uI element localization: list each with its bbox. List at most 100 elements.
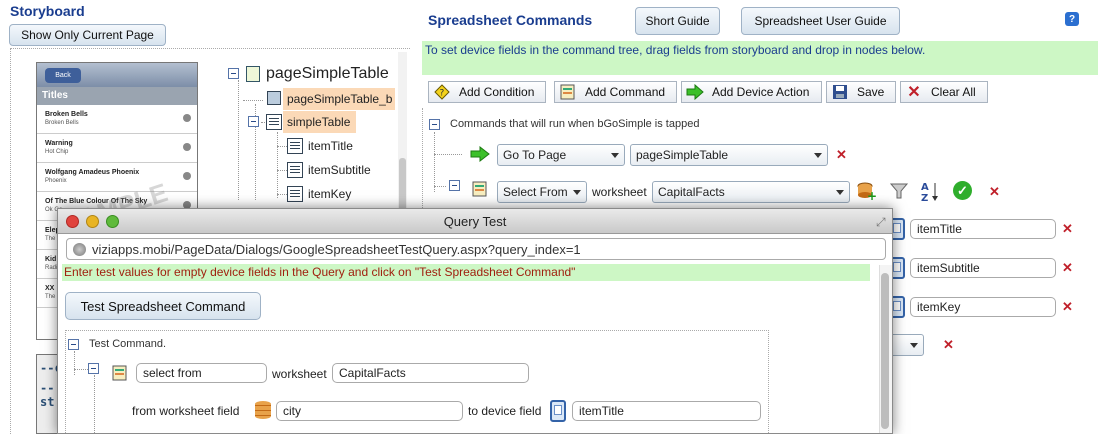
device-field-3[interactable]: itemKey (910, 297, 1056, 317)
svg-text:Z: Z (921, 193, 928, 202)
phone-list-item: Broken Bells Broken Bells (37, 105, 197, 134)
tree-table[interactable]: simpleTable (283, 111, 356, 133)
clear-all-label: Clear All (931, 85, 976, 99)
field-icon (287, 138, 303, 154)
goto-action-select[interactable]: Go To Page (497, 144, 625, 166)
add-condition-button[interactable]: ? Add Condition (428, 81, 546, 103)
field-icon (287, 186, 303, 202)
arrow-right-icon (686, 84, 704, 100)
select-from-value: Select From (503, 185, 568, 199)
clear-all-button[interactable]: ✕ Clear All (900, 81, 988, 103)
check-icon[interactable]: ✓ (953, 181, 972, 200)
svg-text:+: + (867, 189, 876, 201)
condition-icon: ? (433, 84, 451, 100)
test-select-collapse[interactable] (88, 363, 99, 374)
device-field-1[interactable]: itemTitle (910, 219, 1056, 239)
worksheet-value: CapitalFacts (658, 185, 725, 199)
delete-field-2-icon[interactable]: ✕ (1062, 260, 1073, 276)
command-icon (472, 181, 488, 200)
add-command-label: Add Command (585, 85, 666, 99)
device-icon (550, 400, 566, 422)
add-field-icon[interactable]: + (856, 181, 877, 204)
tree-field-subtitle[interactable]: itemSubtitle (308, 163, 371, 177)
instructions-banner: Enter test values for empty device field… (62, 264, 870, 281)
goto-action-value: Go To Page (503, 148, 567, 162)
goto-target-select[interactable]: pageSimpleTable (630, 144, 828, 166)
to-field-input[interactable]: itemTitle (572, 401, 761, 421)
phone-item-subtitle: Broken Bells (45, 120, 79, 126)
test-spreadsheet-command-button[interactable]: Test Spreadsheet Command (65, 292, 261, 320)
sort-icon[interactable]: AZ (920, 180, 940, 205)
phone-list-item: Warning Hot Chip (37, 134, 197, 163)
to-field-label: to device field (468, 404, 542, 418)
chevron-right-icon (183, 114, 191, 122)
dialog-scroll-thumb[interactable] (881, 273, 889, 429)
globe-icon (73, 243, 86, 256)
tree-field-title[interactable]: itemTitle (308, 139, 353, 153)
phone-list-header: Titles (37, 87, 197, 105)
save-icon (831, 84, 849, 100)
filter-icon[interactable] (889, 181, 909, 204)
goto-target-value: pageSimpleTable (636, 148, 729, 162)
add-device-action-button[interactable]: Add Device Action (681, 81, 822, 103)
test-tree-header: Test Command. (89, 338, 167, 350)
tree-root-label[interactable]: pageSimpleTable (266, 65, 389, 83)
phone-list-item: Wolfgang Amadeus Phoenix Phoenix (37, 163, 197, 192)
phone-item-title: Broken Bells (45, 111, 88, 118)
tree-field-key[interactable]: itemKey (308, 187, 351, 201)
phone-back-button[interactable]: Back (45, 68, 81, 83)
phone-item-title: Warning (45, 140, 73, 147)
delete-goto-icon[interactable]: ✕ (836, 147, 847, 163)
commands-title: Spreadsheet Commands (428, 12, 593, 28)
page-icon (246, 66, 260, 82)
url-text[interactable]: viziapps.mobi/PageData/Dialogs/GoogleSpr… (92, 242, 581, 257)
select-from-select[interactable]: Select From (497, 181, 587, 203)
delete-select-icon[interactable]: ✕ (989, 184, 1000, 200)
dialog-title: Query Test (443, 214, 507, 229)
tree-collapse-table[interactable] (248, 116, 259, 127)
svg-text:?: ? (440, 89, 445, 99)
chevron-right-icon (183, 143, 191, 151)
command-icon (112, 365, 128, 384)
worksheet-label: worksheet (592, 185, 647, 199)
save-button[interactable]: Save (826, 81, 896, 103)
svg-text:A: A (921, 182, 929, 193)
worksheet-select[interactable]: CapitalFacts (652, 181, 850, 203)
query-test-dialog[interactable]: Query Test ⤢ viziapps.mobi/PageData/Dial… (57, 208, 893, 434)
test-tree-collapse[interactable] (68, 339, 79, 350)
save-label: Save (857, 85, 885, 99)
command-icon (559, 84, 577, 100)
show-current-page-button[interactable]: Show Only Current Page (9, 24, 166, 46)
from-field-label: from worksheet field (132, 404, 240, 418)
add-device-action-label: Add Device Action (712, 85, 810, 99)
storyboard-title: Storyboard (10, 3, 85, 19)
device-field-2[interactable]: itemSubtitle (910, 258, 1056, 278)
help-icon[interactable]: ? (1065, 12, 1079, 26)
delete-field-1-icon[interactable]: ✕ (1062, 221, 1073, 237)
add-command-button[interactable]: Add Command (554, 81, 677, 103)
test-select-from[interactable]: select from (136, 363, 267, 383)
clear-icon: ✕ (907, 84, 921, 101)
resize-icon[interactable]: ⤢ (876, 215, 886, 230)
commands-tree-header: Commands that will run when bGoSimple is… (450, 118, 700, 130)
select-collapse[interactable] (449, 180, 460, 191)
phone-item-subtitle: Hot Chip (45, 149, 69, 155)
goto-arrow-icon (470, 145, 490, 165)
phone-item-subtitle: Phoenix (45, 178, 67, 184)
tree-collapse-root[interactable] (228, 68, 239, 79)
test-worksheet-input[interactable]: CapitalFacts (332, 363, 529, 383)
delete-field-3-icon[interactable]: ✕ (1062, 299, 1073, 315)
info-banner: To set device fields in the command tree… (422, 41, 1098, 75)
short-guide-button[interactable]: Short Guide (635, 7, 720, 35)
test-worksheet-label: worksheet (272, 367, 327, 381)
delete-hidden-icon[interactable]: ✕ (943, 337, 954, 353)
from-field-input[interactable]: city (276, 401, 463, 421)
table-icon (266, 114, 282, 130)
database-icon (255, 401, 271, 419)
commands-collapse[interactable] (429, 119, 440, 130)
phone-item-title: Wolfgang Amadeus Phoenix (45, 169, 140, 176)
chevron-right-icon (183, 172, 191, 180)
user-guide-button[interactable]: Spreadsheet User Guide (741, 7, 900, 35)
add-condition-label: Add Condition (459, 85, 535, 99)
tree-page-bg[interactable]: pageSimpleTable_b (283, 88, 395, 110)
